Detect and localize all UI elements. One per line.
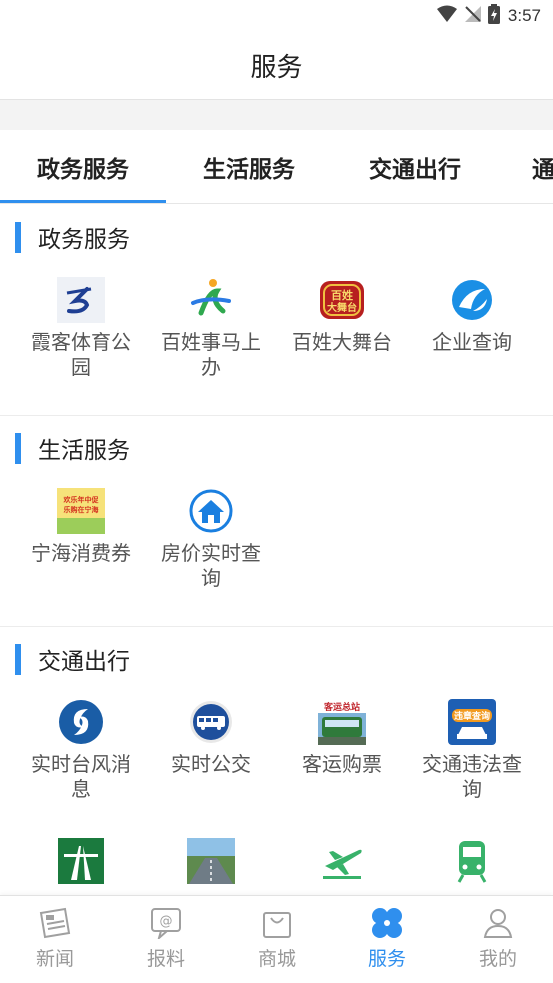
service-item-label: 实时台风消息 xyxy=(31,752,131,801)
enterprise-query-logo-icon xyxy=(448,276,496,324)
shopping-bag-icon xyxy=(257,906,297,940)
service-item-train[interactable] xyxy=(407,837,537,891)
divider-band xyxy=(0,100,553,130)
section-transport: 交通出行 实时台风消息 实时公交 客运总站 客运购票 违章查询 交通违法查询 xyxy=(0,627,553,895)
house-icon xyxy=(187,487,235,535)
service-item-consumption-voucher[interactable]: 欢乐年中促 乐购在宁海 宁海消费券 xyxy=(16,487,146,566)
service-item-label: 房价实时查询 xyxy=(161,541,261,590)
section-header: 交通出行 xyxy=(15,643,130,675)
service-item-label: 宁海消费券 xyxy=(31,541,131,565)
service-item-traffic-violation[interactable]: 违章查询 交通违法查询 xyxy=(407,698,537,802)
svg-text:违章查询: 违章查询 xyxy=(454,710,490,722)
wifi-icon xyxy=(436,5,458,27)
category-tabs: 政务服务 生活服务 交通出行 通 xyxy=(0,130,553,204)
svg-text:@: @ xyxy=(160,914,173,929)
tab-label: 交通出行 xyxy=(369,157,461,183)
service-item-enterprise-query[interactable]: 企业查询 xyxy=(407,276,537,355)
svg-text:乐购在宁海: 乐购在宁海 xyxy=(64,505,99,514)
service-item-label: 交通违法查询 xyxy=(422,752,522,801)
section-marker xyxy=(15,221,21,253)
section-header: 政务服务 xyxy=(15,221,130,253)
service-content: 政务服务 霞客体育公园 百姓事马上办 百姓 大舞台 百姓大舞台 企业查询 生活服… xyxy=(0,205,553,895)
tab-transport[interactable]: 交通出行 xyxy=(332,130,498,203)
nav-label: 服务 xyxy=(367,948,406,970)
service-item-label: 实时公交 xyxy=(171,752,251,776)
consumption-voucher-poster-icon: 欢乐年中促 乐购在宁海 xyxy=(57,487,105,535)
traffic-violation-icon: 违章查询 xyxy=(448,698,496,746)
service-item-label: 百姓大舞台 xyxy=(292,330,392,354)
tab-more-partial[interactable]: 通 xyxy=(498,130,553,203)
app-bar: 服务 xyxy=(0,32,553,100)
status-time: 3:57 xyxy=(507,6,541,25)
battery-icon xyxy=(487,4,500,28)
section-government-services: 政务服务 霞客体育公园 百姓事马上办 百姓 大舞台 百姓大舞台 企业查询 xyxy=(0,205,553,416)
nav-shop[interactable]: 商城 xyxy=(222,906,332,976)
service-item-label: 霞客体育公园 xyxy=(31,330,131,379)
tab-government-services[interactable]: 政务服务 xyxy=(0,130,166,203)
nav-label: 我的 xyxy=(478,948,517,970)
svg-text:百姓: 百姓 xyxy=(331,288,353,302)
svg-text:大舞台: 大舞台 xyxy=(327,301,357,314)
service-item-realtime-bus[interactable]: 实时公交 xyxy=(146,698,276,777)
at-message-icon: @ xyxy=(146,906,186,940)
section-marker xyxy=(15,432,21,464)
newspaper-icon xyxy=(35,906,75,940)
section-marker xyxy=(15,643,21,675)
status-icons: 3:57 xyxy=(436,4,541,28)
service-item-road-condition[interactable] xyxy=(146,837,276,891)
tab-life-services[interactable]: 生活服务 xyxy=(166,130,332,203)
nav-label: 商城 xyxy=(257,948,296,970)
coach-ticket-photo-icon: 客运总站 xyxy=(318,698,366,746)
services-grid-icon xyxy=(367,906,407,940)
service-item-highway[interactable] xyxy=(16,837,146,891)
service-item-label: 客运购票 xyxy=(302,752,382,776)
highway-icon xyxy=(57,837,105,885)
service-item-house-price[interactable]: 房价实时查询 xyxy=(146,487,276,591)
nav-label: 新闻 xyxy=(35,948,74,970)
section-title: 交通出行 xyxy=(38,649,130,675)
section-title: 政务服务 xyxy=(38,227,130,253)
tab-label: 生活服务 xyxy=(203,157,295,183)
nav-report[interactable]: @ 报料 xyxy=(111,906,221,976)
service-item-typhoon[interactable]: 实时台风消息 xyxy=(16,698,146,802)
no-signal-icon xyxy=(464,5,482,27)
nav-services[interactable]: 服务 xyxy=(332,906,442,976)
nav-profile[interactable]: 我的 xyxy=(443,906,553,976)
status-bar: 3:57 xyxy=(0,0,553,32)
tab-label: 政务服务 xyxy=(37,157,129,183)
service-item-coach-ticket[interactable]: 客运总站 客运购票 xyxy=(277,698,407,777)
road-photo-icon xyxy=(187,837,235,885)
page-title: 服务 xyxy=(250,53,303,83)
tab-label: 通 xyxy=(532,157,553,183)
service-item-baixing-shimashangban[interactable]: 百姓事马上办 xyxy=(146,276,276,380)
section-life-services: 生活服务 欢乐年中促 乐购在宁海 宁海消费券 房价实时查询 xyxy=(0,416,553,627)
service-item-xiake-park[interactable]: 霞客体育公园 xyxy=(16,276,146,380)
typhoon-icon xyxy=(57,698,105,746)
xiake-park-logo-icon xyxy=(57,276,105,324)
section-title: 生活服务 xyxy=(38,438,130,464)
user-icon xyxy=(478,906,518,940)
train-icon xyxy=(448,837,496,885)
service-item-label: 企业查询 xyxy=(432,330,512,354)
nav-news[interactable]: 新闻 xyxy=(0,906,110,976)
baixing-dawutai-logo-icon: 百姓 大舞台 xyxy=(318,276,366,324)
svg-text:客运总站: 客运总站 xyxy=(323,701,360,713)
svg-text:欢乐年中促: 欢乐年中促 xyxy=(63,495,100,504)
baixing-shimashangban-logo-icon xyxy=(187,276,235,324)
airplane-icon xyxy=(318,837,366,885)
section-header: 生活服务 xyxy=(15,432,130,464)
bus-icon xyxy=(187,698,235,746)
nav-label: 报料 xyxy=(146,948,185,970)
service-item-flight[interactable] xyxy=(277,837,407,891)
service-screen: 3:57 服务 政务服务 生活服务 交通出行 通 政务服务 霞客体育公园 百姓事… xyxy=(0,0,553,983)
bottom-navigation: 新闻 @ 报料 商城 服务 我的 xyxy=(0,895,553,983)
service-item-label: 百姓事马上办 xyxy=(161,330,261,379)
service-item-baixing-dawutai[interactable]: 百姓 大舞台 百姓大舞台 xyxy=(277,276,407,355)
